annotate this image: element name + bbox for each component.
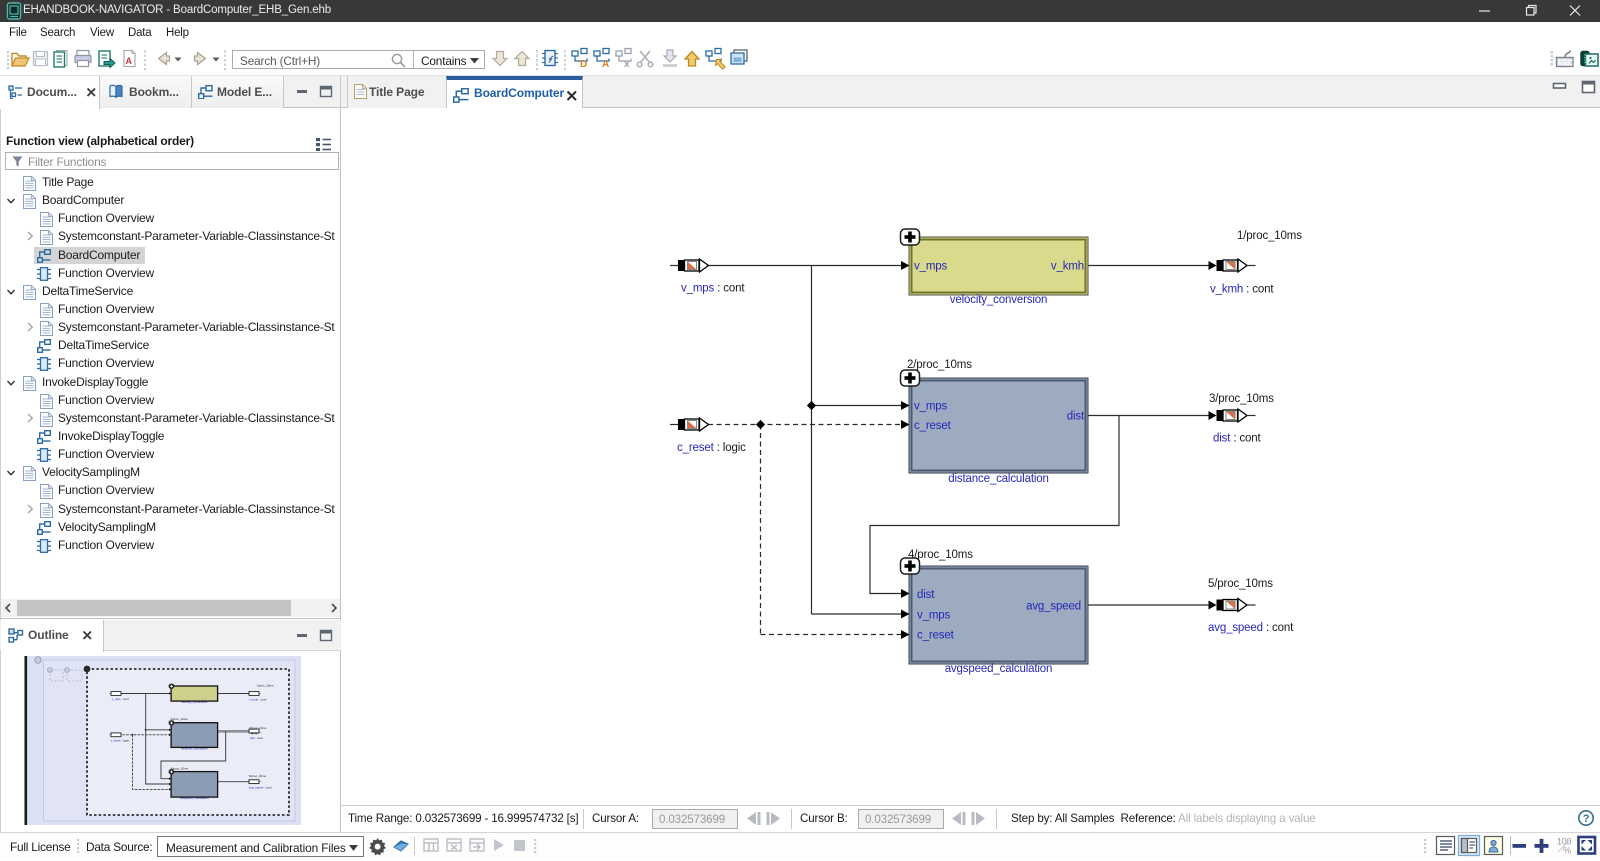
svg-text:v_mps: v_mps xyxy=(917,610,951,622)
svg-text:A: A xyxy=(126,56,133,66)
svg-text:v_mps: v_mps xyxy=(914,261,948,273)
svg-text:5/proc_10ms: 5/proc_10ms xyxy=(1208,578,1273,590)
svg-text:avg_speed : cont: avg_speed : cont xyxy=(1208,622,1294,634)
svg-text:v_mps: v_mps xyxy=(914,401,948,413)
svg-text:A: A xyxy=(602,59,609,70)
svg-text:dist: dist xyxy=(1067,411,1085,423)
svg-text:avg_speed: avg_speed xyxy=(1026,601,1081,613)
svg-text:2/proc_10ms: 2/proc_10ms xyxy=(907,359,972,371)
svg-text:velocity_conversion: velocity_conversion xyxy=(950,294,1048,306)
svg-text:x: x xyxy=(624,59,630,70)
svg-text:3/proc_10ms: 3/proc_10ms xyxy=(1209,393,1274,405)
svg-text:c_reset : logic: c_reset : logic xyxy=(677,442,746,454)
svg-text:dist: dist xyxy=(917,589,935,601)
svg-text:dist : cont: dist : cont xyxy=(1213,433,1262,445)
svg-text:v_mps : cont: v_mps : cont xyxy=(681,283,745,295)
svg-text:1/proc_10ms: 1/proc_10ms xyxy=(1237,230,1302,242)
svg-text:c_reset: c_reset xyxy=(917,630,955,642)
svg-text:D: D xyxy=(580,59,587,70)
svg-text:v_kmh: v_kmh xyxy=(1051,261,1084,273)
svg-text:v_kmh : cont: v_kmh : cont xyxy=(1210,284,1274,296)
svg-text:%: % xyxy=(1563,846,1571,856)
svg-text:4/proc_10ms: 4/proc_10ms xyxy=(908,549,973,561)
svg-text:distance_calculation: distance_calculation xyxy=(948,473,1049,485)
svg-text:avgspeed_calculation: avgspeed_calculation xyxy=(945,663,1053,675)
svg-text:c_reset: c_reset xyxy=(914,420,952,432)
svg-text:?: ? xyxy=(1583,813,1590,825)
